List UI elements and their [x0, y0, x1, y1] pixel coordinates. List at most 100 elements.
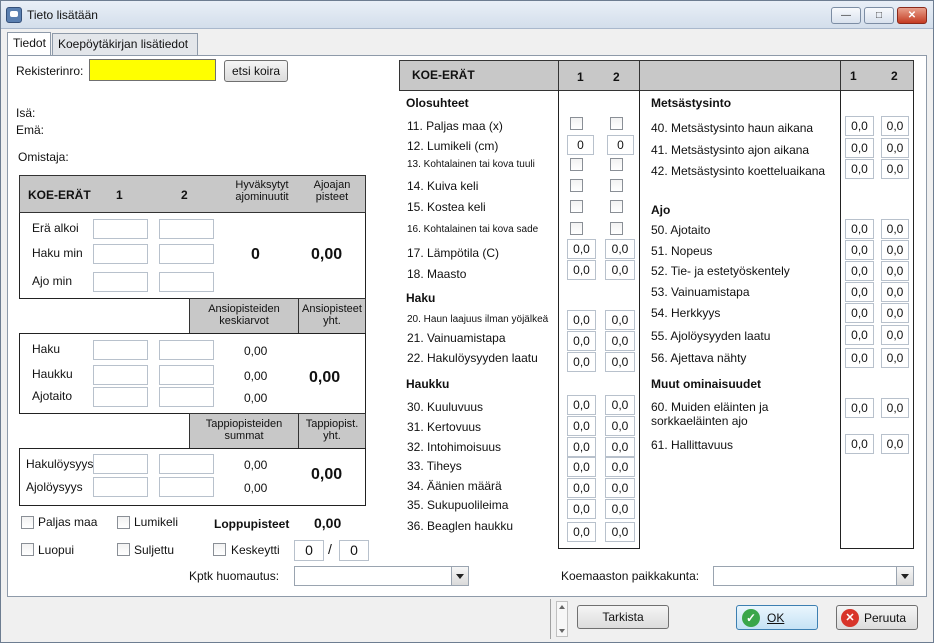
row-42-1-input[interactable]: 0,0 [845, 159, 874, 179]
row-35-2-input[interactable]: 0,0 [605, 499, 635, 519]
etsi-koira-button[interactable]: etsi koira [224, 60, 288, 82]
kptk-select[interactable] [294, 566, 469, 586]
row-54-1-input[interactable]: 0,0 [845, 303, 874, 323]
row-11-1-checkbox[interactable] [570, 117, 583, 130]
era-alkoi-2-input[interactable] [159, 219, 214, 239]
row-40-2-input[interactable]: 0,0 [881, 116, 909, 136]
row-30-2-input[interactable]: 0,0 [605, 395, 635, 415]
keskeytti-a-input[interactable]: 0 [294, 540, 324, 561]
lumikeli-checkbox[interactable] [117, 516, 130, 529]
row-52-2-input[interactable]: 0,0 [881, 261, 909, 281]
row-36-1-input[interactable]: 0,0 [567, 522, 596, 542]
ok-button[interactable]: ✓ OK [736, 605, 818, 630]
row-34-2-input[interactable]: 0,0 [605, 478, 635, 498]
row-30-1-input[interactable]: 0,0 [567, 395, 596, 415]
haku-min-2-input[interactable] [159, 244, 214, 264]
row-55-2-input[interactable]: 0,0 [881, 325, 909, 345]
keskeytti-separator: / [328, 541, 332, 557]
row-31-2-input[interactable]: 0,0 [605, 416, 635, 436]
row-54-2-input[interactable]: 0,0 [881, 303, 909, 323]
row-14-1-checkbox[interactable] [570, 179, 583, 192]
row-32-1-input[interactable]: 0,0 [567, 437, 596, 457]
row-17-1-input[interactable]: 0,0 [567, 239, 596, 259]
ansio-haku-1-input[interactable] [93, 340, 148, 360]
row-52-1-input[interactable]: 0,0 [845, 261, 874, 281]
bottom-scrollbar[interactable] [556, 601, 568, 637]
keskeytti-b-input[interactable]: 0 [339, 540, 369, 561]
row-40-1-input[interactable]: 0,0 [845, 116, 874, 136]
ansio-ajotaito-1-input[interactable] [93, 387, 148, 407]
row-16-1-checkbox[interactable] [570, 222, 583, 235]
tarkista-button[interactable]: Tarkista [577, 605, 669, 629]
row-60-1-input[interactable]: 0,0 [845, 398, 874, 418]
hakuloysyys-2-input[interactable] [159, 454, 214, 474]
era-alkoi-1-input[interactable] [93, 219, 148, 239]
hakuloysyys-1-input[interactable] [93, 454, 148, 474]
ansio-haukku-2-input[interactable] [159, 365, 214, 385]
ansio-ajotaito-2-input[interactable] [159, 387, 214, 407]
row-21-1-input[interactable]: 0,0 [567, 331, 596, 351]
row-32-2-input[interactable]: 0,0 [605, 437, 635, 457]
row-36-2-input[interactable]: 0,0 [605, 522, 635, 542]
suljettu-checkbox[interactable] [117, 543, 130, 556]
row-12-1-input[interactable]: 0 [567, 135, 594, 155]
row-21-2-input[interactable]: 0,0 [605, 331, 635, 351]
row-13-2-checkbox[interactable] [610, 158, 623, 171]
row-22-2-input[interactable]: 0,0 [605, 352, 635, 372]
row-16-2-checkbox[interactable] [610, 222, 623, 235]
row-55-1-input[interactable]: 0,0 [845, 325, 874, 345]
minimize-button[interactable]: — [831, 7, 861, 24]
row-42-label: 42. Metsästysinto koetteluaikana [651, 164, 826, 178]
maximize-button[interactable]: □ [864, 7, 894, 24]
row-53-2-input[interactable]: 0,0 [881, 282, 909, 302]
row-51-2-input[interactable]: 0,0 [881, 240, 909, 260]
koemaasto-select[interactable] [713, 566, 914, 586]
row-56-1-input[interactable]: 0,0 [845, 348, 874, 368]
luopui-checkbox[interactable] [21, 543, 34, 556]
row-41-1-input[interactable]: 0,0 [845, 138, 874, 158]
row-12-2-input[interactable]: 0 [607, 135, 634, 155]
close-button[interactable]: ✕ [897, 7, 927, 24]
row-20-2-input[interactable]: 0,0 [605, 310, 635, 330]
row-35-1-input[interactable]: 0,0 [567, 499, 596, 519]
ajo-min-1-input[interactable] [93, 272, 148, 292]
ajoloysyys-2-input[interactable] [159, 477, 214, 497]
ansio-haukku-1-input[interactable] [93, 365, 148, 385]
row-11-2-checkbox[interactable] [610, 117, 623, 130]
ansio-haku-2-input[interactable] [159, 340, 214, 360]
keskeytti-checkbox[interactable] [213, 543, 226, 556]
ajo-min-2-input[interactable] [159, 272, 214, 292]
row-51-label: 51. Nopeus [651, 244, 713, 258]
row-17-2-input[interactable]: 0,0 [605, 239, 635, 259]
row-60-2-input[interactable]: 0,0 [881, 398, 909, 418]
row-18-2-input[interactable]: 0,0 [605, 260, 635, 280]
ajoloysyys-1-input[interactable] [93, 477, 148, 497]
row-51-1-input[interactable]: 0,0 [845, 240, 874, 260]
row-15-label: 15. Kostea keli [407, 200, 486, 214]
row-50-1-input[interactable]: 0,0 [845, 219, 874, 239]
row-33-2-input[interactable]: 0,0 [605, 457, 635, 477]
row-33-1-input[interactable]: 0,0 [567, 457, 596, 477]
row-20-1-input[interactable]: 0,0 [567, 310, 596, 330]
haku-min-1-input[interactable] [93, 244, 148, 264]
row-34-1-input[interactable]: 0,0 [567, 478, 596, 498]
row-15-1-checkbox[interactable] [570, 200, 583, 213]
row-22-1-input[interactable]: 0,0 [567, 352, 596, 372]
row-14-2-checkbox[interactable] [610, 179, 623, 192]
row-53-1-input[interactable]: 0,0 [845, 282, 874, 302]
tab-tiedot[interactable]: Tiedot [7, 32, 51, 55]
row-42-2-input[interactable]: 0,0 [881, 159, 909, 179]
row-13-1-checkbox[interactable] [570, 158, 583, 171]
row-50-2-input[interactable]: 0,0 [881, 219, 909, 239]
row-31-1-input[interactable]: 0,0 [567, 416, 596, 436]
row-61-2-input[interactable]: 0,0 [881, 434, 909, 454]
row-18-1-input[interactable]: 0,0 [567, 260, 596, 280]
row-61-1-input[interactable]: 0,0 [845, 434, 874, 454]
rekisterinro-input[interactable] [89, 59, 216, 81]
paljas-maa-checkbox[interactable] [21, 516, 34, 529]
row-56-2-input[interactable]: 0,0 [881, 348, 909, 368]
tab-lisatiedot[interactable]: Koepöytäkirjan lisätiedot [52, 33, 198, 55]
peruuta-button[interactable]: ✕ Peruuta [836, 605, 918, 630]
row-15-2-checkbox[interactable] [610, 200, 623, 213]
row-41-2-input[interactable]: 0,0 [881, 138, 909, 158]
